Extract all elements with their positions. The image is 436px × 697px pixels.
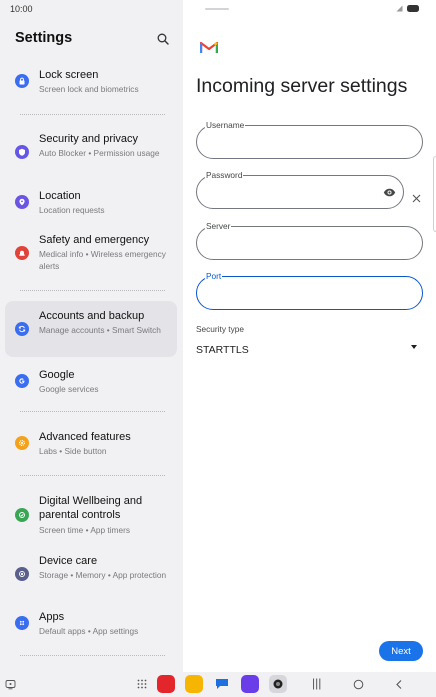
divider — [20, 290, 165, 291]
messages-app-icon[interactable] — [213, 675, 231, 693]
location-pin-icon — [15, 195, 29, 209]
wellbeing-icon — [15, 508, 29, 522]
settings-item-safety-emergency[interactable]: Safety and emergency Medical info • Wire… — [5, 227, 177, 277]
shield-icon — [15, 145, 29, 159]
settings-item-subtitle: Labs • Side button — [39, 446, 107, 456]
settings-item-subtitle: Default apps • App settings — [39, 626, 139, 636]
gmail-logo-icon — [200, 41, 218, 53]
battery-icon — [407, 5, 419, 12]
divider — [20, 411, 165, 412]
settings-panel: 10:00 Settings Lock screen Screen lock a… — [0, 0, 183, 672]
settings-item-accounts-backup[interactable]: Accounts and backup Manage accounts • Sm… — [5, 301, 177, 357]
settings-item-title: Security and privacy — [39, 133, 139, 145]
lock-icon — [15, 74, 29, 88]
settings-item-title: Advanced features — [39, 431, 131, 443]
server-field[interactable]: Server — [196, 221, 423, 260]
settings-item-title: Accounts and backup — [39, 310, 145, 322]
settings-item-security-privacy[interactable]: Security and privacy Auto Blocker • Perm… — [5, 126, 177, 176]
close-icon[interactable] — [411, 193, 422, 204]
settings-item-subtitle: Manage accounts • Smart Switch — [39, 325, 161, 335]
settings-item-title: Lock screen — [39, 69, 99, 81]
settings-item-subtitle: Storage • Memory • App protection — [39, 570, 167, 580]
google-icon — [15, 374, 29, 388]
divider — [20, 475, 165, 476]
settings-item-digital-wellbeing[interactable]: Digital Wellbeing and parental controls … — [5, 488, 177, 544]
password-label: Password — [205, 170, 244, 181]
sync-icon — [15, 322, 29, 336]
navigation-bar: ||| — [0, 672, 436, 697]
settings-item-subtitle: Screen time • App timers — [39, 525, 130, 535]
status-time: 10:00 — [10, 4, 33, 14]
search-icon[interactable] — [156, 32, 170, 46]
app-red-icon[interactable] — [157, 675, 175, 693]
divider — [20, 114, 165, 115]
settings-item-lock-screen[interactable]: Lock screen Screen lock and biometrics — [5, 62, 177, 102]
gear-icon — [15, 436, 29, 450]
app-folder-icon[interactable] — [185, 675, 203, 693]
apps-icon — [15, 616, 29, 630]
recent-apps-button[interactable]: ||| — [312, 676, 321, 690]
settings-item-title: Device care — [39, 555, 98, 567]
device-care-icon — [15, 567, 29, 581]
settings-item-location[interactable]: Location Location requests — [5, 183, 177, 223]
settings-item-apps[interactable]: Apps Default apps • App settings — [5, 604, 177, 644]
app-purple-icon[interactable] — [241, 675, 259, 693]
back-button[interactable] — [394, 679, 404, 690]
settings-item-subtitle: Auto Blocker • Permission usage — [39, 148, 160, 158]
settings-item-subtitle: Google services — [39, 384, 99, 394]
password-field[interactable]: Password — [196, 170, 404, 209]
camera-app-icon[interactable] — [269, 675, 287, 693]
security-type-label: Security type — [196, 324, 244, 334]
app-drawer-icon[interactable] — [137, 679, 147, 689]
alert-icon — [15, 246, 29, 260]
username-field[interactable]: Username — [196, 120, 423, 159]
keyboard-icon[interactable] — [5, 679, 16, 690]
page-title: Incoming server settings — [196, 75, 408, 97]
settings-item-title: Digital Wellbeing and parental controls — [39, 495, 143, 521]
settings-item-subtitle: Location requests — [39, 205, 105, 215]
next-button[interactable]: Next — [379, 641, 423, 661]
home-button[interactable] — [353, 679, 364, 690]
settings-item-device-care[interactable]: Device care Storage • Memory • App prote… — [5, 548, 177, 598]
port-label: Port — [205, 271, 223, 282]
settings-item-title: Safety and emergency — [39, 234, 150, 246]
settings-item-subtitle: Medical info • Wireless emergency alerts — [39, 249, 166, 271]
signal-icon — [396, 5, 403, 12]
port-field[interactable]: Port — [196, 271, 423, 310]
chevron-down-icon[interactable] — [411, 345, 417, 349]
settings-item-title: Location — [39, 190, 81, 202]
settings-item-google[interactable]: Google Google services — [5, 362, 177, 402]
eye-icon[interactable] — [383, 186, 396, 199]
incoming-server-panel: Incoming server settings Username Passwo… — [183, 0, 436, 672]
settings-item-title: Google — [39, 369, 75, 381]
settings-item-title: Apps — [39, 611, 65, 623]
security-type-dropdown[interactable]: STARTTLS — [196, 344, 249, 356]
settings-item-subtitle: Screen lock and biometrics — [39, 84, 139, 94]
settings-title: Settings — [15, 30, 73, 46]
settings-item-advanced-features[interactable]: Advanced features Labs • Side button — [5, 424, 177, 464]
username-label: Username — [205, 120, 246, 131]
status-icons — [396, 5, 420, 12]
server-label: Server — [205, 221, 232, 232]
divider — [20, 655, 165, 656]
drag-handle[interactable] — [205, 8, 229, 10]
